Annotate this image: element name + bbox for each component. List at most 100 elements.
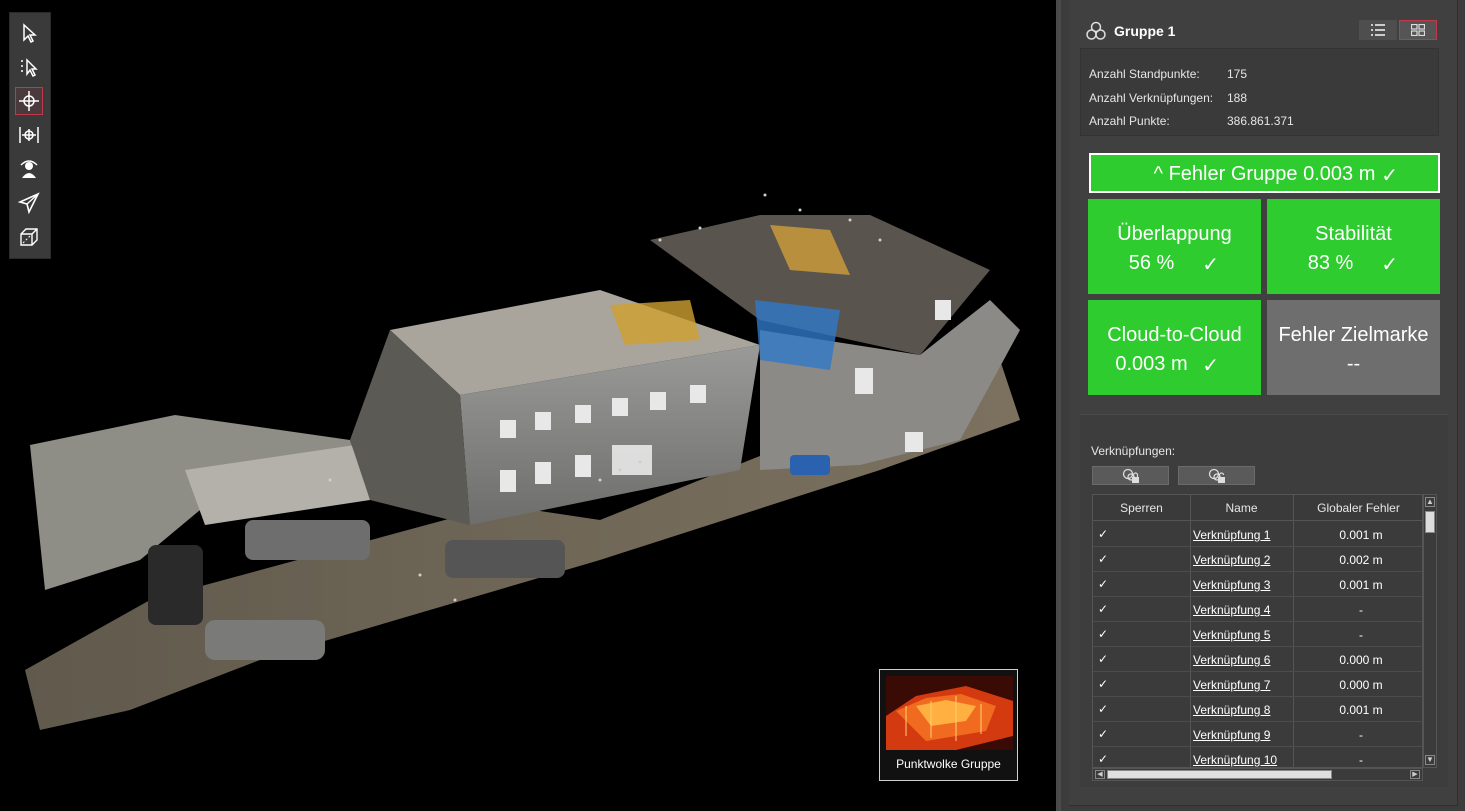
tile-target-error[interactable]: Fehler Zielmarke -- [1267,300,1440,395]
table-row[interactable]: ✓ Verknüpfung 7 0.000 m [1093,671,1422,697]
tile-value: 56 % [1128,252,1175,274]
point-cloud-viewport[interactable]: Punktwolke Gruppe [0,0,1056,811]
link-global-error: - [1359,628,1363,642]
link-name[interactable]: Verknüpfung 2 [1193,553,1270,567]
yellow-roof-patch [610,300,700,345]
link-name[interactable]: Verknüpfung 10 [1193,753,1277,767]
tile-value: 83 % [1307,252,1354,274]
link-name[interactable]: Verknüpfung 1 [1193,528,1270,542]
checkmark-icon: ✓ [1202,254,1219,276]
table-row[interactable]: ✓ Verknüpfung 3 0.001 m [1093,571,1422,597]
navigation-toolbar [9,12,51,259]
list-view-button[interactable] [1359,20,1397,40]
stat-value: 188 [1227,91,1248,105]
tile-value: 0.003 m [1115,353,1188,375]
links-table: Sperren Name Globaler Fehler ✓ Verknüpfun… [1092,494,1423,768]
link-global-error: - [1359,728,1363,742]
tile-stability[interactable]: Stabilität 83 % ✓ [1267,199,1440,294]
stat-label: Anzahl Punkte: [1089,114,1170,128]
stat-value: 386.861.371 [1227,114,1294,128]
checkmark-icon: ✓ [1381,165,1398,187]
stat-row-points: Anzahl Punkte: 386.861.371 [1089,114,1294,128]
group-title: Gruppe 1 [1114,23,1176,39]
link-name[interactable]: Verknüpfung 3 [1193,578,1270,592]
link-name[interactable]: Verknüpfung 5 [1193,628,1270,642]
link-name[interactable]: Verknüpfung 8 [1193,703,1270,717]
scrollbar-thumb[interactable] [1425,511,1435,533]
table-horizontal-scrollbar[interactable]: ◀ ▶ [1092,768,1423,781]
box-perspective-icon[interactable] [15,223,43,251]
tile-title: Stabilität [1315,223,1392,245]
table-row[interactable]: ✓ Verknüpfung 4 - [1093,596,1422,622]
table-row[interactable]: ✓ Verknüpfung 2 0.002 m [1093,546,1422,572]
table-row[interactable]: ✓ Verknüpfung 5 - [1093,621,1422,647]
stat-value: 175 [1227,67,1248,81]
lock-checkbox[interactable]: ✓ [1098,527,1108,541]
lock-all-button[interactable] [1092,466,1169,485]
checkmark-icon: ✓ [1202,355,1219,377]
scroll-left-arrow-icon[interactable]: ◀ [1095,770,1105,779]
pan-horizontal-icon[interactable] [15,121,43,149]
tile-title: Überlappung [1117,223,1232,245]
walk-person-icon[interactable] [15,155,43,183]
scroll-up-arrow-icon[interactable]: ▲ [1425,497,1435,507]
lock-checkbox[interactable]: ✓ [1098,602,1108,616]
orbit-icon[interactable] [15,87,43,115]
link-name[interactable]: Verknüpfung 9 [1193,728,1270,742]
lock-link-icon [1122,468,1139,483]
tile-title: Cloud-to-Cloud [1107,324,1242,346]
group-stats-box: Anzahl Standpunkte: 175 Anzahl Verknüpfu… [1080,48,1439,136]
point-cloud-thumbnail[interactable]: Punktwolke Gruppe [879,669,1018,781]
column-header-lock[interactable]: Sperren [1093,501,1190,515]
link-name[interactable]: Verknüpfung 4 [1193,603,1270,617]
tile-title: Fehler Zielmarke [1278,324,1429,346]
column-header-name[interactable]: Name [1190,501,1293,515]
table-row[interactable]: ✓ Verknüpfung 8 0.001 m [1093,696,1422,722]
table-row[interactable]: ✓ Verknüpfung 1 0.001 m [1093,521,1422,547]
tile-value: -- [1346,353,1361,375]
link-global-error: 0.001 m [1339,578,1383,592]
scrollbar-thumb[interactable] [1107,770,1332,779]
link-global-error: 0.000 m [1339,678,1383,692]
lock-checkbox[interactable]: ✓ [1098,677,1108,691]
lock-checkbox[interactable]: ✓ [1098,627,1108,641]
lock-checkbox[interactable]: ✓ [1098,727,1108,741]
link-global-error: 0.001 m [1339,703,1383,717]
stat-row-standpoints: Anzahl Standpunkte: 175 [1089,67,1247,81]
table-row[interactable]: ✓ Verknüpfung 6 0.000 m [1093,646,1422,672]
unlock-all-button[interactable] [1178,466,1255,485]
scroll-right-arrow-icon[interactable]: ▶ [1410,770,1420,779]
link-name[interactable]: Verknüpfung 7 [1193,678,1270,692]
tile-cloud-to-cloud[interactable]: Cloud-to-Cloud 0.003 m ✓ [1088,300,1261,395]
table-vertical-scrollbar[interactable]: ▲ ▼ [1423,494,1437,768]
thumbnail-caption: Punktwolke Gruppe [896,757,1001,771]
tile-view-icon [1411,24,1425,36]
scroll-down-arrow-icon[interactable]: ▼ [1425,755,1435,765]
lock-checkbox[interactable]: ✓ [1098,577,1108,591]
link-global-error: - [1359,603,1363,617]
group-icon [1086,21,1106,40]
link-global-error: 0.001 m [1339,528,1383,542]
lock-checkbox[interactable]: ✓ [1098,552,1108,566]
links-label: Verknüpfungen: [1091,444,1176,458]
table-row[interactable]: ✓ Verknüpfung 10 - [1093,746,1422,767]
lock-checkbox[interactable]: ✓ [1098,652,1108,666]
tile-view-button[interactable] [1399,20,1437,40]
multi-select-arrow-icon[interactable] [15,53,43,81]
group-error-bar[interactable]: ^ Fehler Gruppe 0.003 m ✓ [1089,153,1440,193]
fly-navigate-icon[interactable] [15,189,43,217]
select-arrow-icon[interactable] [15,19,43,47]
unlock-link-icon [1208,468,1225,483]
link-name[interactable]: Verknüpfung 6 [1193,653,1270,667]
stat-label: Anzahl Verknüpfungen: [1089,91,1214,105]
table-row[interactable]: ✓ Verknüpfung 9 - [1093,721,1422,747]
stat-label: Anzahl Standpunkte: [1089,67,1200,81]
lock-checkbox[interactable]: ✓ [1098,752,1108,766]
point-cloud-preview-image [886,676,1013,750]
link-global-error: 0.002 m [1339,553,1383,567]
lock-checkbox[interactable]: ✓ [1098,702,1108,716]
group-header: Gruppe 1 [1086,20,1175,42]
column-header-global-error[interactable]: Globaler Fehler [1293,501,1422,515]
list-view-icon [1371,24,1385,36]
tile-overlap[interactable]: Überlappung 56 % ✓ [1088,199,1261,294]
